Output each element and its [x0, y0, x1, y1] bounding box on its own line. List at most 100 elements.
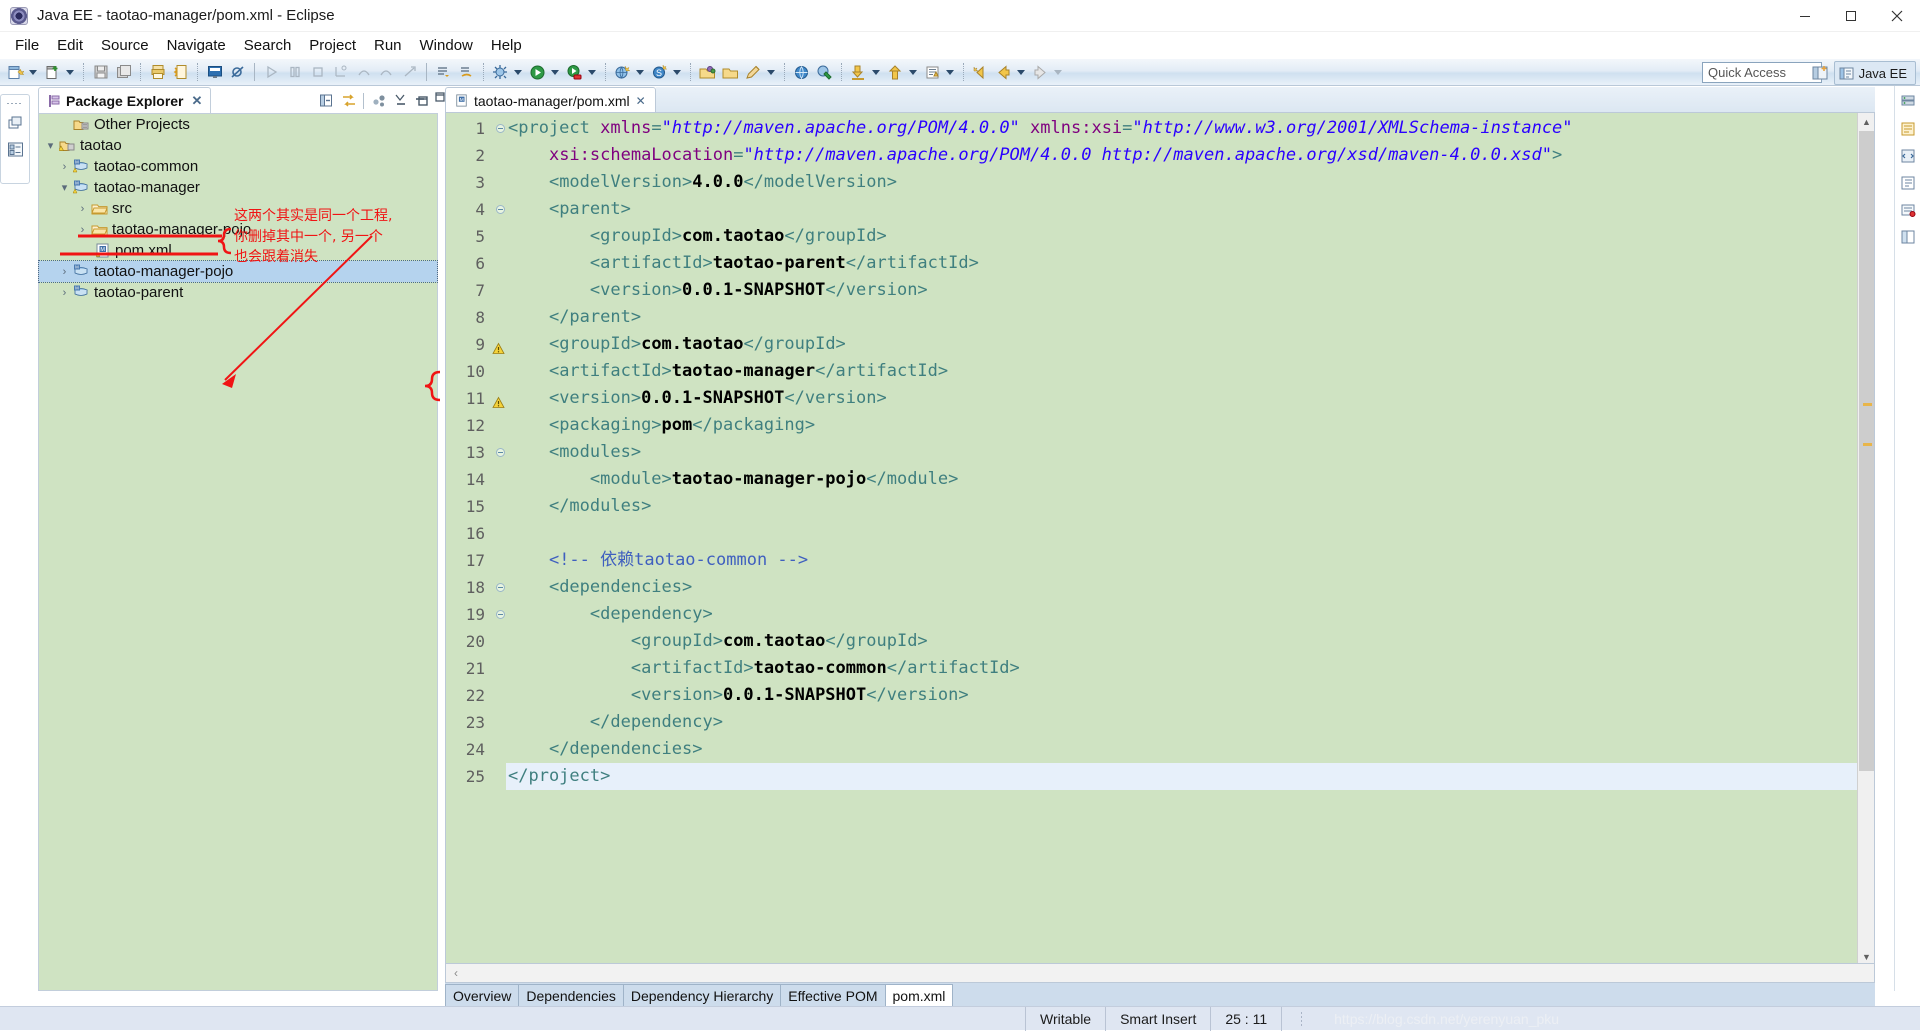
code-line[interactable]: <version>0.0.1-SNAPSHOT</version> [506, 277, 1874, 304]
tree-item-taotao-common[interactable]: › M taotao-common [39, 156, 437, 177]
code-line[interactable]: <version>0.0.1-SNAPSHOT</version> [506, 682, 1874, 709]
code-line[interactable]: </parent> [506, 304, 1874, 331]
forward-dropdown-caret[interactable] [1052, 62, 1064, 82]
minimize-icon[interactable] [1782, 0, 1828, 32]
code-line[interactable] [506, 520, 1874, 547]
server-icon[interactable] [1898, 92, 1918, 112]
line-annotation[interactable] [490, 196, 506, 223]
line-annotation[interactable] [490, 250, 506, 277]
menu-window[interactable]: Window [411, 34, 482, 57]
code-line[interactable]: </dependency> [506, 709, 1874, 736]
close-tab-icon[interactable]: ✕ [192, 93, 203, 109]
export-icon[interactable] [170, 62, 191, 83]
maximize-icon[interactable] [1828, 0, 1874, 32]
line-annotation[interactable] [490, 520, 506, 547]
code-line[interactable]: <project xmlns="http://maven.apache.org/… [506, 115, 1874, 142]
tab-effective-pom[interactable]: Effective POM [780, 984, 886, 1006]
menu-navigate[interactable]: Navigate [158, 34, 235, 57]
menu-run[interactable]: Run [365, 34, 411, 57]
outline-icon[interactable] [1898, 173, 1918, 193]
overview-marker[interactable] [1863, 443, 1872, 446]
annotation-dropdown-caret[interactable] [765, 62, 777, 82]
previous-annotation-icon[interactable] [970, 62, 991, 83]
code-line[interactable]: <version>0.0.1-SNAPSHOT</version> [506, 385, 1874, 412]
code-line[interactable]: <dependency> [506, 601, 1874, 628]
code-line[interactable]: <module>taotao-manager-pojo</module> [506, 466, 1874, 493]
validate-icon[interactable] [814, 62, 835, 83]
line-annotation[interactable] [490, 412, 506, 439]
tree-item-taotao-manager[interactable]: ▾ M taotao-manager [39, 177, 437, 198]
fold-toggle-icon[interactable] [496, 448, 505, 457]
scrollbar-thumb[interactable] [1859, 131, 1874, 771]
console-icon[interactable] [204, 62, 225, 83]
line-annotation[interactable] [490, 439, 506, 466]
new-file-dropdown-caret[interactable] [64, 62, 76, 82]
step-over-icon-disabled[interactable] [353, 62, 374, 83]
menu-search[interactable]: Search [235, 34, 301, 57]
quick-access-input[interactable]: Quick Access [1702, 62, 1822, 83]
fold-toggle-icon[interactable] [496, 583, 505, 592]
tab-dependencies[interactable]: Dependencies [518, 984, 624, 1006]
tree-item-taotao[interactable]: ▾ taotao [39, 135, 437, 156]
publish-dropdown-caret[interactable] [944, 62, 956, 82]
line-annotation[interactable] [490, 736, 506, 763]
code-editor[interactable]: 1 2 3 4 5 6 7 8 9 10 11 12 13 14 15 16 17 18 19 20 21 22 23 24 2… [445, 112, 1875, 964]
overview-marker[interactable] [1863, 403, 1872, 406]
line-annotation[interactable] [490, 709, 506, 736]
line-annotation[interactable] [490, 142, 506, 169]
open-type-icon[interactable] [697, 62, 718, 83]
print-icon[interactable] [147, 62, 168, 83]
code-line[interactable]: <parent> [506, 196, 1874, 223]
warning-marker-icon[interactable] [492, 391, 505, 408]
debug-dropdown-caret[interactable] [512, 62, 524, 82]
open-web-browser-icon[interactable] [612, 62, 633, 83]
line-annotation[interactable] [490, 601, 506, 628]
twisty-collapsed-icon[interactable]: › [57, 285, 72, 300]
download-icon[interactable] [848, 62, 869, 83]
tab-pom-xml-source[interactable]: pom.xml [884, 984, 954, 1006]
fold-toggle-icon[interactable] [496, 124, 505, 133]
search-dropdown-caret[interactable] [671, 62, 683, 82]
step-return-icon-disabled[interactable] [376, 62, 397, 83]
code-text-area[interactable]: <project xmlns="http://maven.apache.org/… [506, 113, 1874, 963]
line-annotation[interactable] [490, 466, 506, 493]
perspective-java-ee[interactable]: Java EE [1833, 61, 1916, 85]
markers-icon[interactable] [1898, 200, 1918, 220]
editor-vertical-scrollbar[interactable]: ▲ ▼ [1857, 113, 1874, 963]
new-wizard-icon[interactable] [5, 62, 26, 83]
line-annotation[interactable] [490, 682, 506, 709]
globe-icon[interactable] [791, 62, 812, 83]
link-with-editor-icon[interactable] [339, 91, 358, 110]
code-line[interactable]: <artifactId>taotao-parent</artifactId> [506, 250, 1874, 277]
warning-marker-icon[interactable] [492, 337, 505, 354]
download-dropdown-caret[interactable] [870, 62, 882, 82]
line-annotation[interactable] [490, 493, 506, 520]
menu-project[interactable]: Project [300, 34, 365, 57]
code-line[interactable]: </project> [506, 763, 1874, 790]
code-line[interactable]: <dependencies> [506, 574, 1874, 601]
tree-item-other-projects[interactable]: Other Projects [39, 114, 437, 135]
line-annotation[interactable] [490, 547, 506, 574]
code-line[interactable]: <!-- 依赖taotao-common --> [506, 547, 1874, 574]
line-annotation[interactable] [490, 277, 506, 304]
menu-edit[interactable]: Edit [48, 34, 92, 57]
code-line[interactable]: </modules> [506, 493, 1874, 520]
run-icon-disabled[interactable] [261, 62, 282, 83]
line-annotation[interactable] [490, 115, 506, 142]
code-line[interactable]: <modules> [506, 439, 1874, 466]
line-annotation[interactable] [490, 223, 506, 250]
palette-icon[interactable] [1898, 119, 1918, 139]
open-perspective-icon[interactable] [1808, 61, 1832, 85]
line-annotation[interactable] [490, 574, 506, 601]
tab-dependency-hierarchy[interactable]: Dependency Hierarchy [622, 984, 782, 1006]
package-explorer-icon[interactable] [5, 139, 25, 159]
code-line[interactable]: <packaging>pom</packaging> [506, 412, 1874, 439]
line-annotation[interactable] [490, 304, 506, 331]
line-annotation[interactable] [490, 331, 506, 358]
pause-icon-disabled[interactable] [284, 62, 305, 83]
skip-breakpoints-icon[interactable] [227, 62, 248, 83]
search-icon[interactable]: S [649, 62, 670, 83]
scroll-up-icon[interactable]: ▲ [1858, 113, 1874, 130]
code-line[interactable]: <groupId>com.taotao</groupId> [506, 331, 1874, 358]
new-annotation-icon[interactable] [743, 62, 764, 83]
